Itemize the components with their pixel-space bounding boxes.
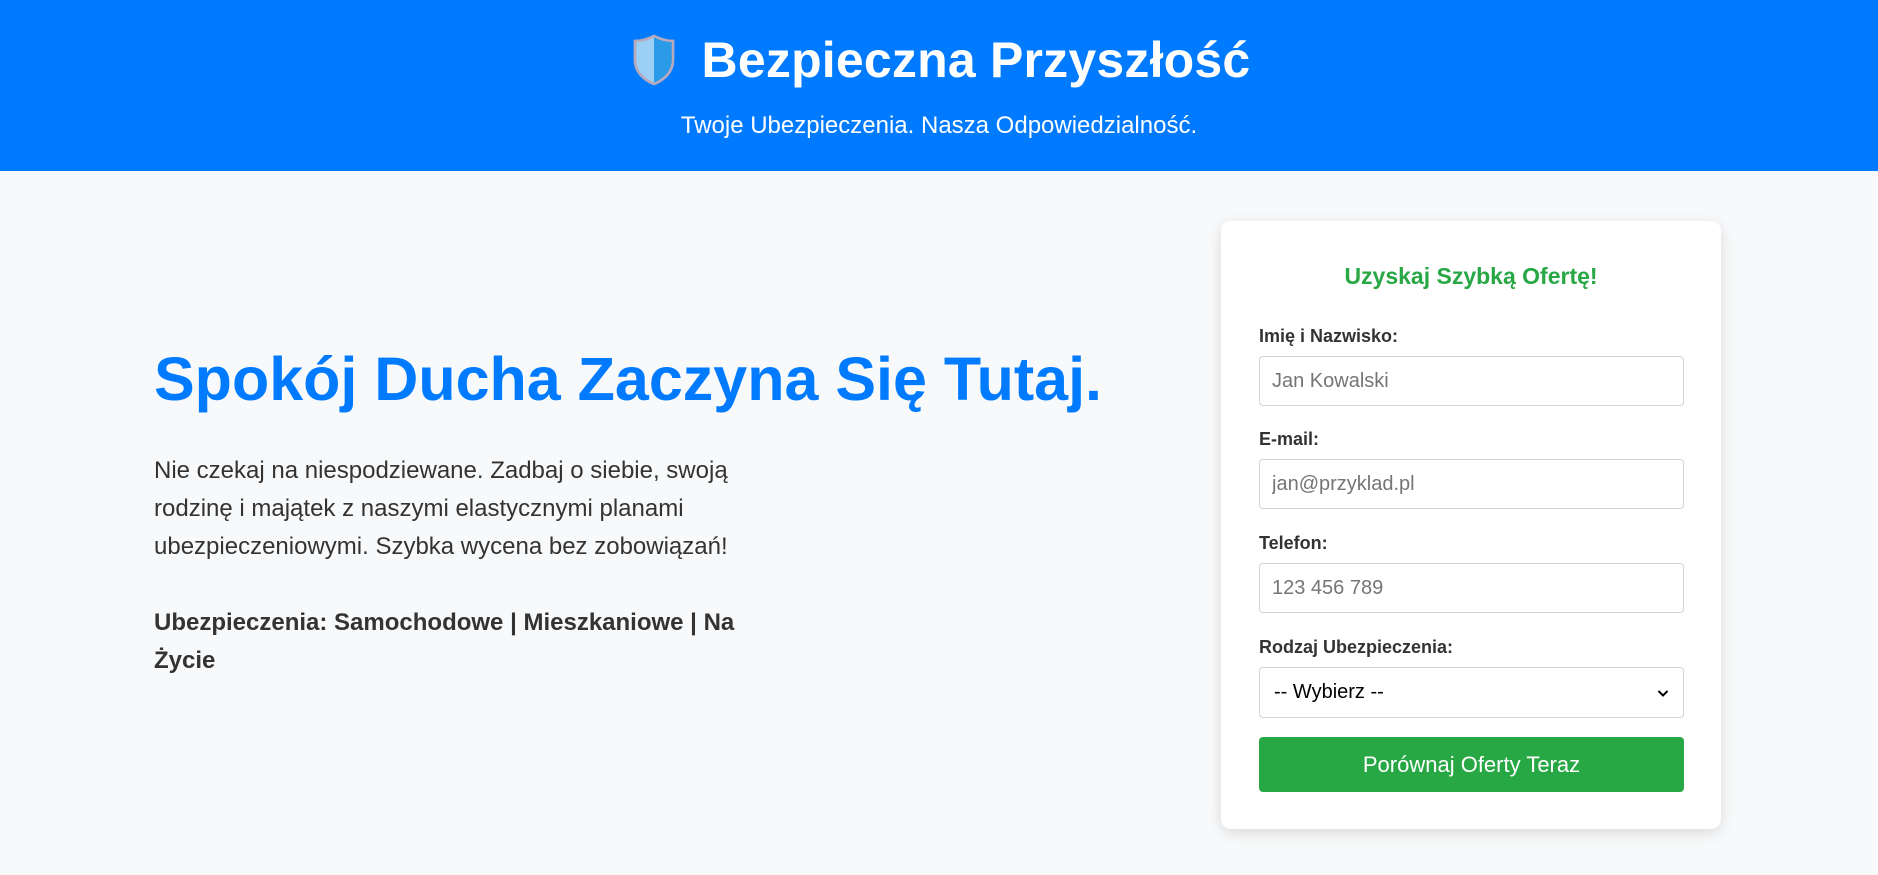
insurance-type-select[interactable]: -- Wybierz -- [1259, 667, 1684, 718]
email-input[interactable] [1259, 459, 1684, 509]
shield-icon [633, 34, 674, 86]
phone-input[interactable] [1259, 563, 1684, 613]
email-label: E-mail: [1259, 429, 1320, 449]
insurance-type-selected: -- Wybierz -- [1274, 681, 1384, 703]
name-label: Imię i Nazwisko: [1259, 326, 1399, 346]
chevron-down-icon [1657, 689, 1669, 697]
phone-label: Telefon: [1259, 533, 1328, 553]
name-input[interactable] [1259, 356, 1684, 406]
hero-heading: Spokój Ducha Zaczyna Się Tutaj. [154, 345, 1102, 413]
compare-offers-button[interactable]: Porównaj Oferty Teraz [1259, 737, 1684, 792]
site-header: Bezpieczna Przyszłość Twoje Ubezpieczeni… [0, 0, 1878, 171]
tagline: Twoje Ubezpieczenia. Nasza Odpowiedzialn… [680, 112, 1198, 139]
site-title: Bezpieczna Przyszłość [701, 32, 1251, 88]
form-title: Uzyskaj Szybką Ofertę! [1344, 263, 1598, 289]
brand: Bezpieczna Przyszłość [0, 30, 1878, 90]
hero-section: Spokój Ducha Zaczyna Się Tutaj. Nie czek… [154, 340, 1134, 674]
insurance-type-label: Rodzaj Ubezpieczenia: [1259, 637, 1454, 657]
insurance-types: Ubezpieczenia: Samochodowe | Mieszkaniow… [154, 609, 735, 674]
quote-form: Uzyskaj Szybką Ofertę! Imię i Nazwisko: … [1221, 221, 1721, 829]
hero-description: Nie czekaj na niespodziewane. Zadbaj o s… [154, 457, 728, 560]
